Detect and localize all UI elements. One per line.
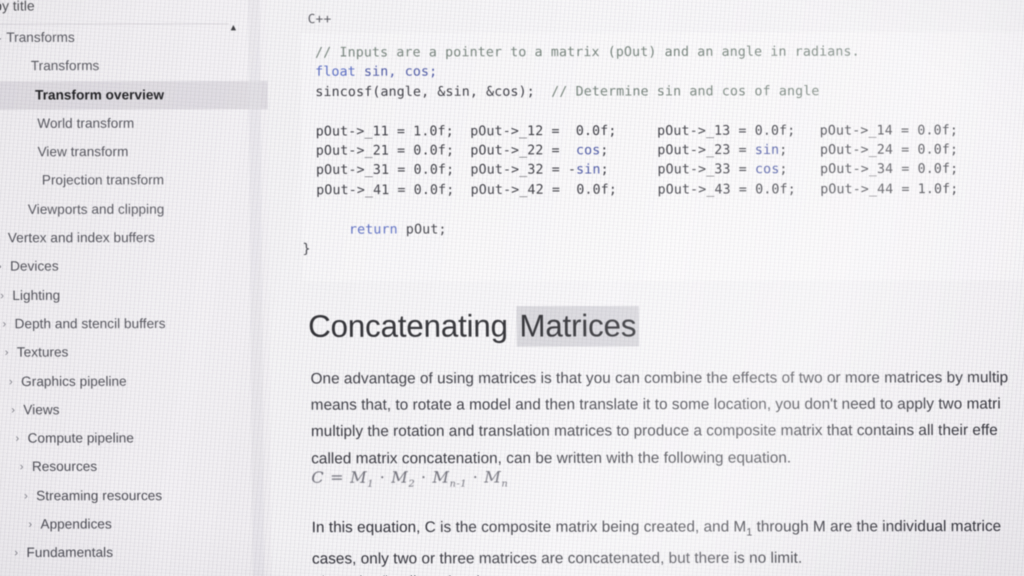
sidebar-item-compute-pipeline[interactable]: › Compute pipeline (0, 424, 271, 453)
chevron-right-icon[interactable]: › (19, 568, 23, 576)
equation-operator: · (373, 467, 392, 487)
sidebar-item-transform-overview[interactable]: Transform overview (0, 80, 268, 110)
chevron-right-icon[interactable]: › (28, 510, 32, 539)
paragraph-text: through M are the individual matrice (752, 517, 1002, 536)
sidebar-item-label: Graphics pipeline (21, 373, 127, 389)
sidebar-item-projection-transform[interactable]: Projection transform (0, 166, 269, 195)
equation-term: Mn (484, 467, 509, 490)
chevron-right-icon[interactable]: › (2, 310, 6, 339)
equation-operator: · (466, 467, 485, 487)
documentation-sidebar: r by title ⌄TransformsTransformsTransfor… (0, 0, 520, 576)
sidebar-item-label: World transform (37, 115, 135, 131)
sidebar-item-label: Depth and stencil buffers (14, 315, 166, 332)
paragraph-concatenation-intro: One advantage of using matrices is that … (310, 365, 1008, 472)
sidebar-item-graphics-pipeline[interactable]: › Graphics pipeline (0, 367, 270, 396)
sidebar-item-vertex-and-index-buffers[interactable]: ›Vertex and index buffers (0, 224, 269, 253)
equation-matrix-concatenation: C = M1 · M2 · Mn-1 · Mn (311, 467, 508, 490)
equation-term: M2 (391, 467, 416, 490)
page-title: Concatenating Matrices (307, 305, 640, 347)
code-block-text: // Inputs are a pointer to a matrix (pOu… (302, 44, 959, 258)
chevron-right-icon[interactable]: › (5, 339, 9, 368)
sidebar-item-label: Textures (16, 344, 69, 360)
sidebar-nav-list: ⌄ Transforms Transforms Transform overview W… (0, 23, 272, 576)
sidebar-item-lighting[interactable]: › Lighting (0, 281, 270, 310)
code-block[interactable]: // Inputs are a pointer to a matrix (pOu… (300, 31, 1024, 282)
sidebar-item-label: Add features (31, 568, 109, 576)
sidebar-item-label: Transforms (30, 58, 100, 74)
equation-term: Mn-1 (432, 467, 468, 490)
equation-operator: · (415, 467, 433, 487)
sidebar-item-label: Devices (10, 258, 59, 275)
sidebar-item-fundamentals[interactable]: › Fundamentals (0, 539, 272, 568)
filter-by-title-field[interactable]: r by title (0, 0, 229, 25)
monitor-photo-screen: r by title ⌄TransformsTransformsTransfor… (0, 0, 1024, 576)
equation-lhs: C (311, 467, 325, 487)
sidebar-item-textures[interactable]: › Textures (0, 338, 270, 367)
chevron-right-icon[interactable]: › (0, 253, 2, 282)
paragraph-equation-explanation: In this equation, C is the composite mat… (312, 514, 1002, 573)
sidebar-item-label: Transforms (6, 29, 75, 45)
page-title-selected-text: Matrices (516, 305, 640, 347)
sidebar-item-label: Fundamentals (26, 545, 114, 561)
sidebar-item-viewports-and-clipping[interactable]: Viewports and clipping (0, 195, 269, 224)
sidebar-item-label: Views (23, 401, 60, 418)
sidebar-item-add-features[interactable]: › Add features (0, 567, 272, 576)
sidebar-item-world-transform[interactable]: World transform (0, 109, 268, 138)
screen-perspective-wrapper: r by title ⌄TransformsTransformsTransfor… (0, 0, 1024, 576)
chevron-down-icon[interactable]: ⌄ (0, 24, 4, 53)
sidebar-item-streaming-resources[interactable]: › Streaming resources (0, 481, 271, 510)
sidebar-item-depth-and-stencil-buffers[interactable]: › Depth and stencil buffers (0, 310, 270, 339)
chevron-right-icon[interactable]: › (24, 482, 28, 511)
paragraph-next-clipped: Thus, the first line of code... (312, 569, 501, 576)
sidebar-item-label: Projection transform (41, 172, 165, 189)
sidebar-item-label: View transform (37, 144, 129, 160)
paragraph-line: One advantage of using matrices is that … (310, 369, 1009, 388)
sidebar-item-label: Streaming resources (36, 487, 163, 504)
sidebar-item-resources[interactable]: › Resources (0, 453, 271, 482)
equation-equals: = (324, 467, 351, 487)
chevron-right-icon[interactable]: › (14, 539, 18, 568)
sidebar-item-view-transform[interactable]: View transform (0, 138, 268, 167)
paragraph-text: In this equation, C is the composite mat… (311, 518, 747, 537)
scroll-up-arrow-icon[interactable]: ▲ (229, 22, 238, 32)
sidebar-item-label: Compute pipeline (27, 430, 134, 446)
sidebar-item-label: Viewports and clipping (27, 201, 165, 217)
equation-subscript: n (501, 478, 509, 490)
sidebar-item-appendices[interactable]: › Appendices (0, 510, 271, 539)
code-language-label: C++ (307, 10, 332, 27)
filter-by-title-placeholder: r by title (0, 0, 35, 14)
sidebar-item-views[interactable]: › Views (0, 396, 270, 425)
article-content-pane: C++ // Inputs are a pointer to a matrix … (267, 0, 1024, 576)
chevron-right-icon[interactable]: › (11, 396, 15, 425)
chevron-right-icon[interactable]: › (9, 367, 13, 396)
sidebar-item-transforms[interactable]: Transforms (0, 52, 268, 81)
sidebar-item-label: Appendices (40, 516, 112, 532)
chevron-right-icon[interactable]: › (20, 453, 24, 482)
equation-term: M1 (349, 467, 375, 490)
sidebar-item-label: Transform overview (35, 86, 165, 103)
sidebar-item-label: Vertex and index buffers (7, 229, 156, 246)
equation-subscript: n-1 (449, 478, 468, 490)
paragraph-line: In this equation, C is the composite mat… (312, 514, 1002, 547)
sidebar-item-label: Resources (31, 459, 98, 475)
paragraph-line: means that, to rotate a model and then t… (310, 395, 1001, 415)
paragraph-line: multiply the rotation and translation ma… (310, 422, 998, 441)
sidebar-item-transforms[interactable]: ⌄ Transforms (0, 23, 268, 52)
sidebar-item-label: Lighting (12, 287, 61, 303)
chevron-right-icon[interactable]: › (0, 281, 4, 310)
chevron-right-icon[interactable]: › (15, 425, 19, 454)
sidebar-item-devices[interactable]: › Devices (0, 252, 269, 281)
page-title-plain: Concatenating (307, 308, 517, 344)
